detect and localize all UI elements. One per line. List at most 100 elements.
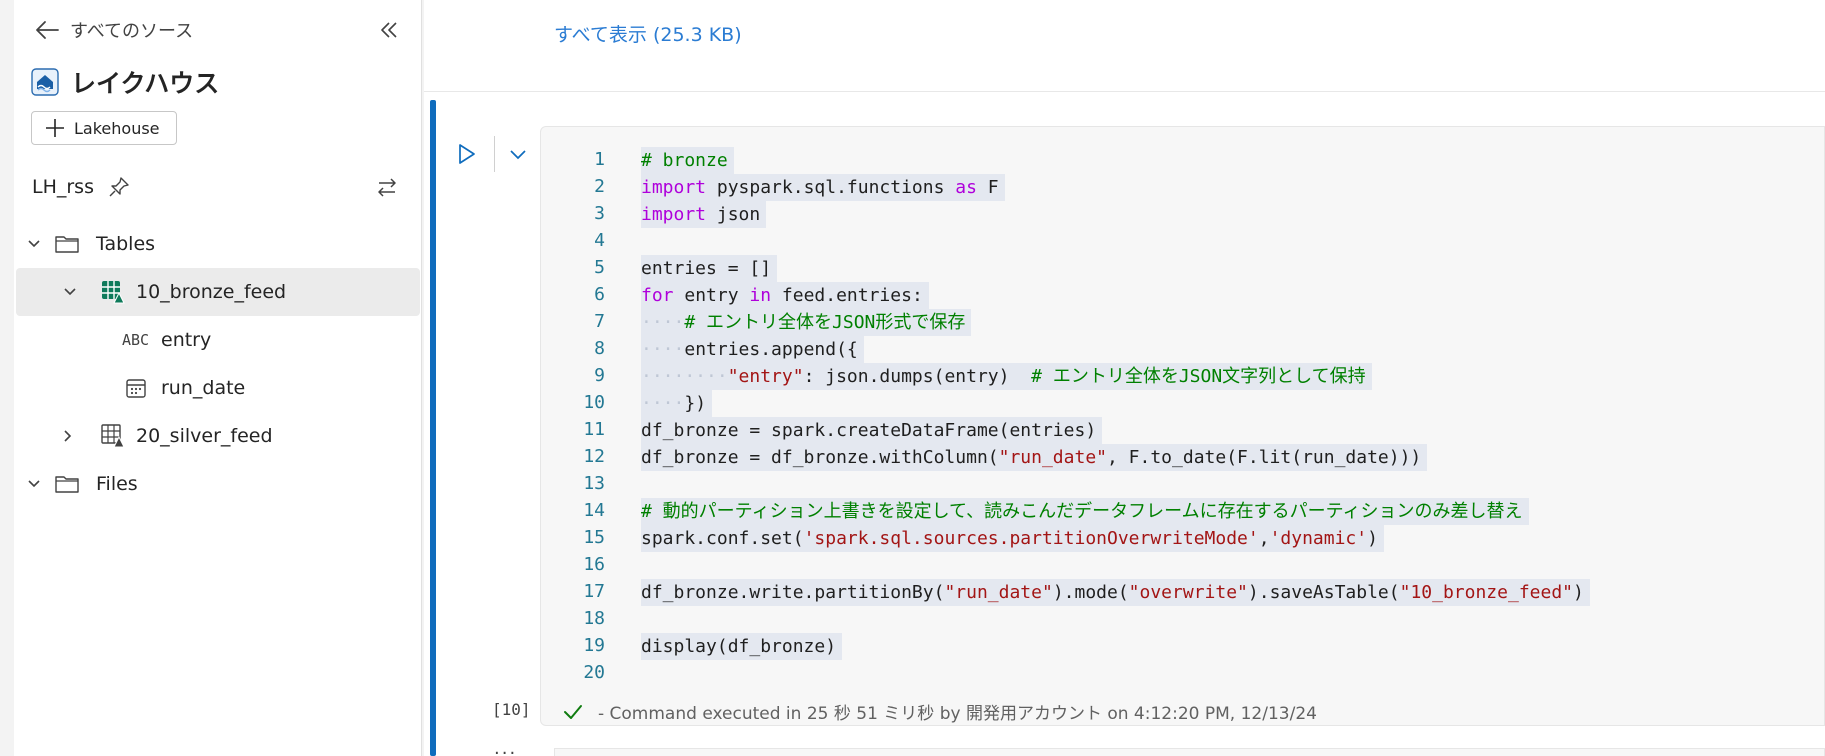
code-token: feed.entries: xyxy=(771,285,923,306)
code-token: entry xyxy=(673,285,750,306)
previous-cell-output: すべて表示 (25.3 KB) xyxy=(424,0,1825,92)
collapse-pane-icon[interactable] xyxy=(377,18,401,42)
tree-node-column-entry[interactable]: ABC entry xyxy=(14,316,420,364)
line-number: 16 xyxy=(583,554,605,575)
code-token: : json.dumps(entry) xyxy=(803,366,1032,387)
chevron-down-icon[interactable] xyxy=(505,141,531,167)
code-token: }) xyxy=(684,393,707,414)
calendar-icon xyxy=(126,379,146,398)
tree-node-column-run-date[interactable]: run_date xyxy=(14,364,420,412)
code-token: spark.conf.set( xyxy=(641,528,804,549)
explorer-title-label: レイクハウス xyxy=(71,69,220,98)
code-line: 6 for entry in feed.entries: xyxy=(541,282,1825,309)
next-cell[interactable] xyxy=(554,748,1825,756)
line-number: 5 xyxy=(594,257,605,278)
code-token: entries.append({ xyxy=(684,339,858,360)
line-code: df_bronze = df_bronze.withColumn("run_da… xyxy=(641,444,1428,471)
code-token: , xyxy=(1258,528,1270,549)
code-editor[interactable]: 1 # bronze 2 import pyspark.sql.function… xyxy=(540,126,1825,726)
show-all-output-link[interactable]: すべて表示 (25.3 KB) xyxy=(554,20,742,47)
line-number: 13 xyxy=(583,473,605,494)
keyword-token: as xyxy=(955,177,977,198)
keyword-token: for xyxy=(641,285,674,306)
line-number: 14 xyxy=(583,500,605,521)
line-number: 17 xyxy=(583,581,605,602)
tree-node-table-20-silver-feed[interactable]: 20_silver_feed xyxy=(14,412,420,460)
code-line: 12 df_bronze = df_bronze.withColumn("run… xyxy=(541,444,1825,471)
chevron-down-icon xyxy=(28,480,40,488)
code-line: 19 display(df_bronze) xyxy=(541,633,1825,660)
line-code: spark.conf.set('spark.sql.sources.partit… xyxy=(641,525,1384,552)
add-lakehouse-button[interactable]: Lakehouse xyxy=(31,111,177,145)
add-lakehouse-label: Lakehouse xyxy=(74,118,160,138)
code-token: ) xyxy=(1367,528,1378,549)
code-line: 5 entries = [] xyxy=(541,255,1825,282)
whitespace-marker: ···· xyxy=(641,393,685,414)
string-token: "run_date" xyxy=(998,447,1107,468)
column-name-label: run_date xyxy=(161,377,246,399)
plus-icon xyxy=(46,119,64,137)
line-code: # bronze xyxy=(641,147,734,174)
tables-label: Tables xyxy=(96,233,156,255)
explorer-title: レイクハウス xyxy=(31,64,219,100)
run-cell-icon[interactable] xyxy=(452,140,480,168)
code-line: 7 ····# エントリ全体をJSON形式で保存 xyxy=(541,309,1825,336)
string-token: "entry" xyxy=(727,366,804,387)
active-cell-indicator xyxy=(430,100,436,756)
line-number: 10 xyxy=(583,392,605,413)
code-token: , F.to_date(F.lit(run_date))) xyxy=(1107,447,1422,468)
line-number: 9 xyxy=(594,365,605,386)
code-token: ).mode( xyxy=(1052,582,1129,603)
switch-lakehouse-icon[interactable] xyxy=(375,175,399,199)
whitespace-marker: ········ xyxy=(641,366,728,387)
delta-table-icon xyxy=(101,424,125,448)
code-line: 18 xyxy=(541,606,1825,633)
lakehouse-name: LH_rss xyxy=(32,176,94,198)
back-to-all-sources-link[interactable]: すべてのソース xyxy=(34,16,193,44)
line-code: ····# エントリ全体をJSON形式で保存 xyxy=(641,309,972,336)
string-token: 'spark.sql.sources.partitionOverwriteMod… xyxy=(803,528,1259,549)
line-number: 3 xyxy=(594,203,605,224)
back-link-label: すべてのソース xyxy=(70,21,194,42)
tree-node-files[interactable]: Files xyxy=(14,460,420,508)
line-code: import pyspark.sql.functions as F xyxy=(641,174,1005,201)
comment-token: # bronze xyxy=(641,150,728,171)
files-label: Files xyxy=(96,473,138,495)
code-line: 17 df_bronze.write.partitionBy("run_date… xyxy=(541,579,1825,606)
code-token: ) xyxy=(1573,582,1584,603)
code-token: df_bronze.write.partitionBy( xyxy=(641,582,945,603)
more-options-button[interactable]: ... xyxy=(494,738,517,756)
code-line: 8 ····entries.append({ xyxy=(541,336,1825,363)
tree-node-table-10-bronze-feed[interactable]: 10_bronze_feed xyxy=(16,268,420,316)
line-number: 1 xyxy=(594,149,605,170)
column-name-label: entry xyxy=(161,329,212,351)
chevron-right-icon xyxy=(64,430,72,442)
code-token: ).saveAsTable( xyxy=(1247,582,1400,603)
line-number: 12 xyxy=(583,446,605,467)
code-line: 14 # 動的パーティション上書きを設定して、読みこんだデータフレームに存在する… xyxy=(541,498,1825,525)
line-number: 15 xyxy=(583,527,605,548)
string-token: "overwrite" xyxy=(1128,582,1248,603)
line-number: 11 xyxy=(583,419,605,440)
tree-node-tables[interactable]: Tables xyxy=(14,220,420,268)
code-line: 13 xyxy=(541,471,1825,498)
line-number: 20 xyxy=(583,662,605,683)
code-token: json xyxy=(706,204,761,225)
string-token: "10_bronze_feed" xyxy=(1399,582,1573,603)
table-name-label: 10_bronze_feed xyxy=(136,281,287,303)
line-number: 8 xyxy=(594,338,605,359)
line-code: ····}) xyxy=(641,390,713,417)
code-token: F xyxy=(976,177,999,198)
notebook-canvas: すべて表示 (25.3 KB) 1 # bronze 2 import pysp… xyxy=(424,0,1825,756)
whitespace-marker: ···· xyxy=(641,339,685,360)
code-line: 15 spark.conf.set('spark.sql.sources.par… xyxy=(541,525,1825,552)
comment-token: # 動的パーティション上書きを設定して、読みこんだデータフレームに存在するパーテ… xyxy=(641,501,1523,522)
folder-icon xyxy=(55,236,79,253)
arrow-left-icon xyxy=(36,21,59,39)
line-code: # 動的パーティション上書きを設定して、読みこんだデータフレームに存在するパーテ… xyxy=(641,498,1529,525)
line-code: import json xyxy=(641,201,767,228)
pin-icon[interactable] xyxy=(108,176,130,198)
